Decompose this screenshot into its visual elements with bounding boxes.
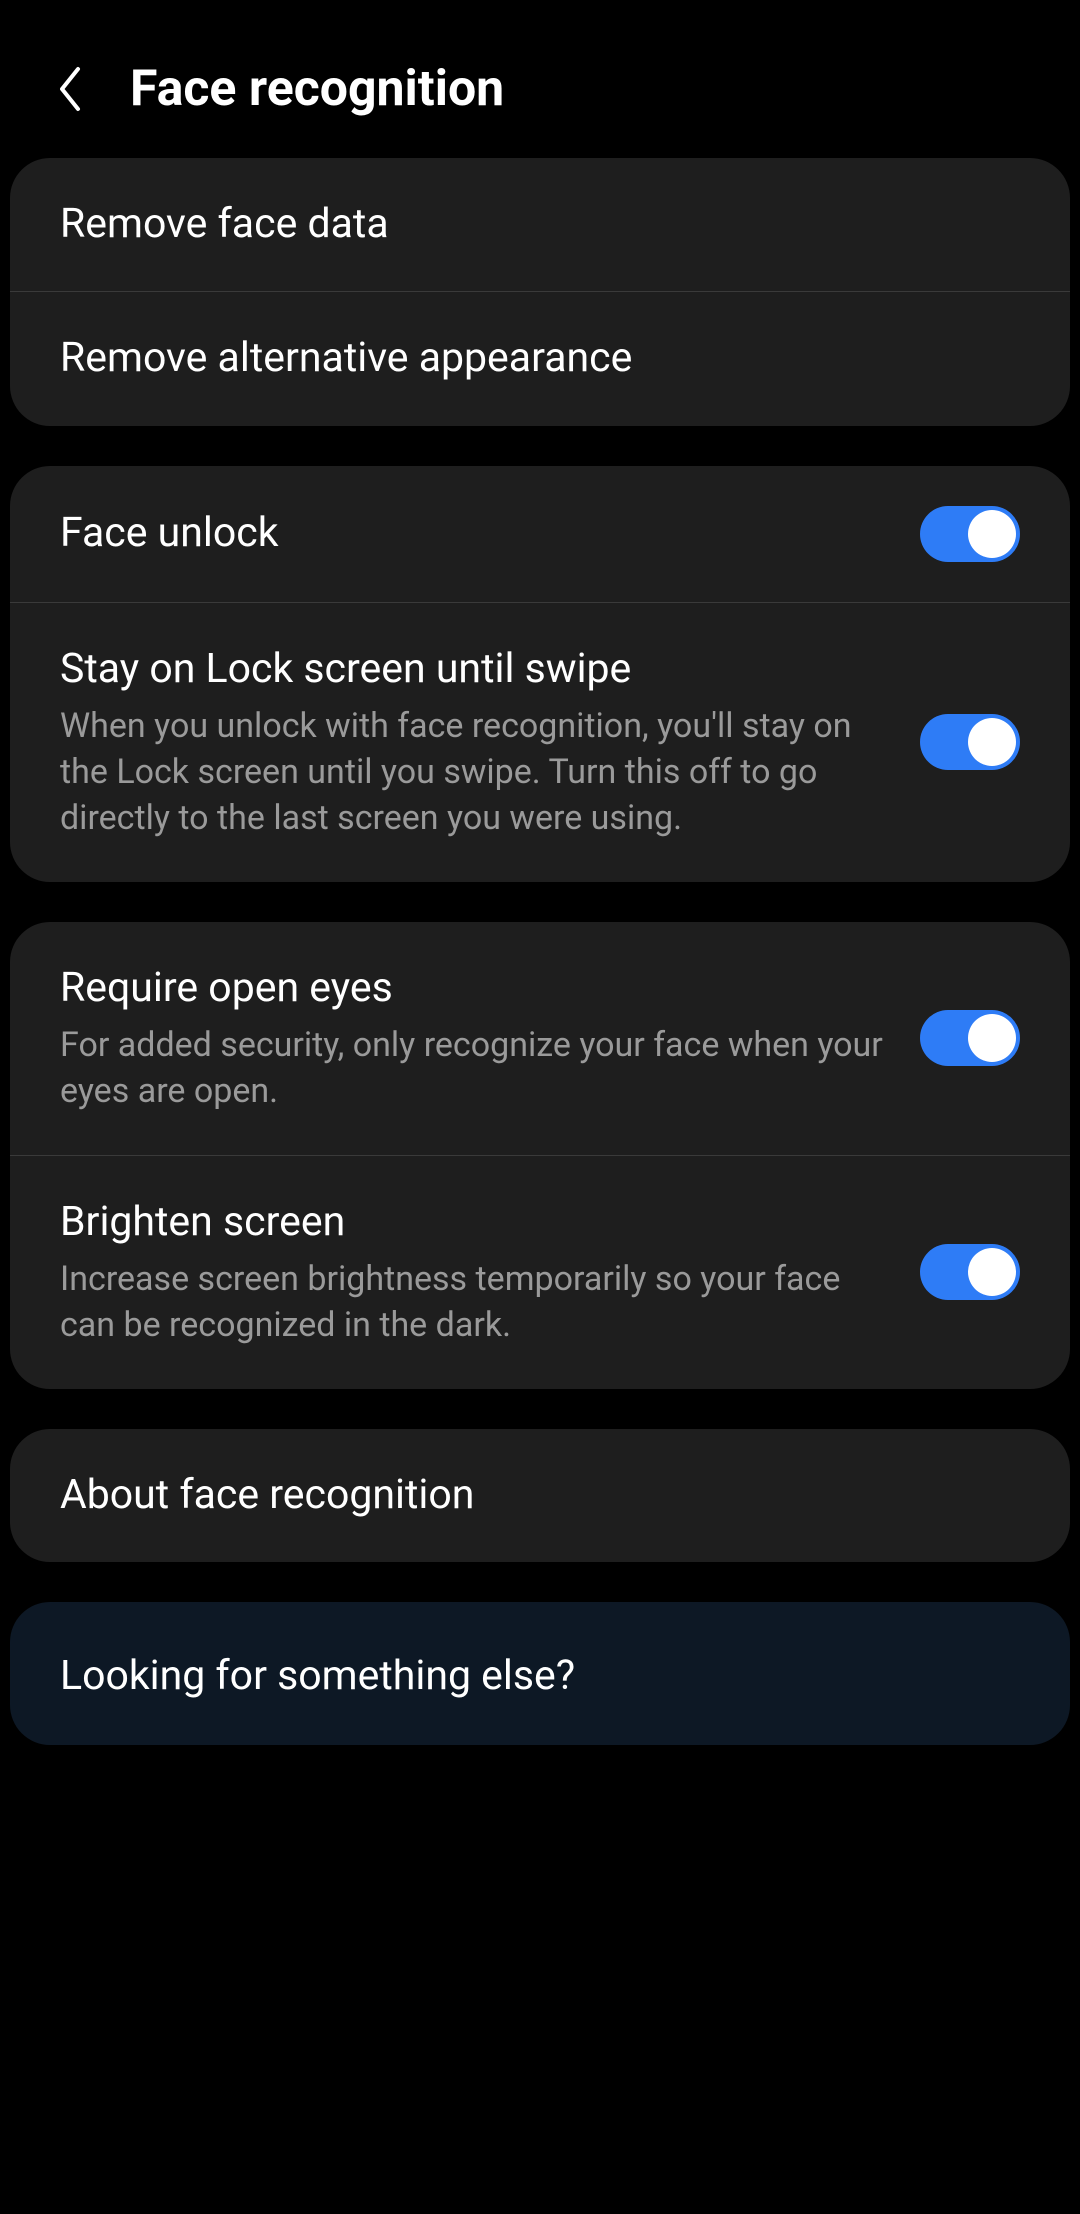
back-icon bbox=[56, 65, 84, 113]
row-about-face-recognition[interactable]: About face recognition bbox=[10, 1429, 1070, 1562]
row-subtitle: Increase screen brightness temporarily s… bbox=[60, 1257, 890, 1349]
card-security-options: Require open eyes For added security, on… bbox=[10, 922, 1070, 1389]
row-remove-face-data[interactable]: Remove face data bbox=[10, 158, 1070, 292]
row-face-unlock[interactable]: Face unlock bbox=[10, 466, 1070, 603]
card-footer[interactable]: Looking for something else? bbox=[10, 1602, 1070, 1745]
header: Face recognition bbox=[0, 0, 1080, 158]
row-remove-alternative-appearance[interactable]: Remove alternative appearance bbox=[10, 292, 1070, 425]
row-title: Remove face data bbox=[60, 198, 990, 251]
back-button[interactable] bbox=[50, 69, 90, 109]
toggle-face-unlock[interactable] bbox=[920, 506, 1020, 562]
row-title: Face unlock bbox=[60, 507, 890, 560]
toggle-stay-on-lock-screen[interactable] bbox=[920, 714, 1020, 770]
row-subtitle: For added security, only recognize your … bbox=[60, 1023, 890, 1115]
row-stay-on-lock-screen[interactable]: Stay on Lock screen until swipe When you… bbox=[10, 603, 1070, 882]
row-title: Stay on Lock screen until swipe bbox=[60, 643, 890, 696]
row-require-open-eyes[interactable]: Require open eyes For added security, on… bbox=[10, 922, 1070, 1156]
row-subtitle: When you unlock with face recognition, y… bbox=[60, 704, 890, 842]
toggle-require-open-eyes[interactable] bbox=[920, 1010, 1020, 1066]
content: Remove face data Remove alternative appe… bbox=[0, 158, 1080, 1745]
card-about: About face recognition bbox=[10, 1429, 1070, 1562]
card-face-data: Remove face data Remove alternative appe… bbox=[10, 158, 1070, 426]
row-title: Require open eyes bbox=[60, 962, 890, 1015]
row-title: Remove alternative appearance bbox=[60, 332, 990, 385]
row-title: Brighten screen bbox=[60, 1196, 890, 1249]
row-title: About face recognition bbox=[60, 1469, 990, 1522]
page-title: Face recognition bbox=[130, 60, 504, 118]
toggle-brighten-screen[interactable] bbox=[920, 1244, 1020, 1300]
footer-title: Looking for something else? bbox=[10, 1602, 1070, 1745]
row-brighten-screen[interactable]: Brighten screen Increase screen brightne… bbox=[10, 1156, 1070, 1389]
card-face-unlock: Face unlock Stay on Lock screen until sw… bbox=[10, 466, 1070, 882]
